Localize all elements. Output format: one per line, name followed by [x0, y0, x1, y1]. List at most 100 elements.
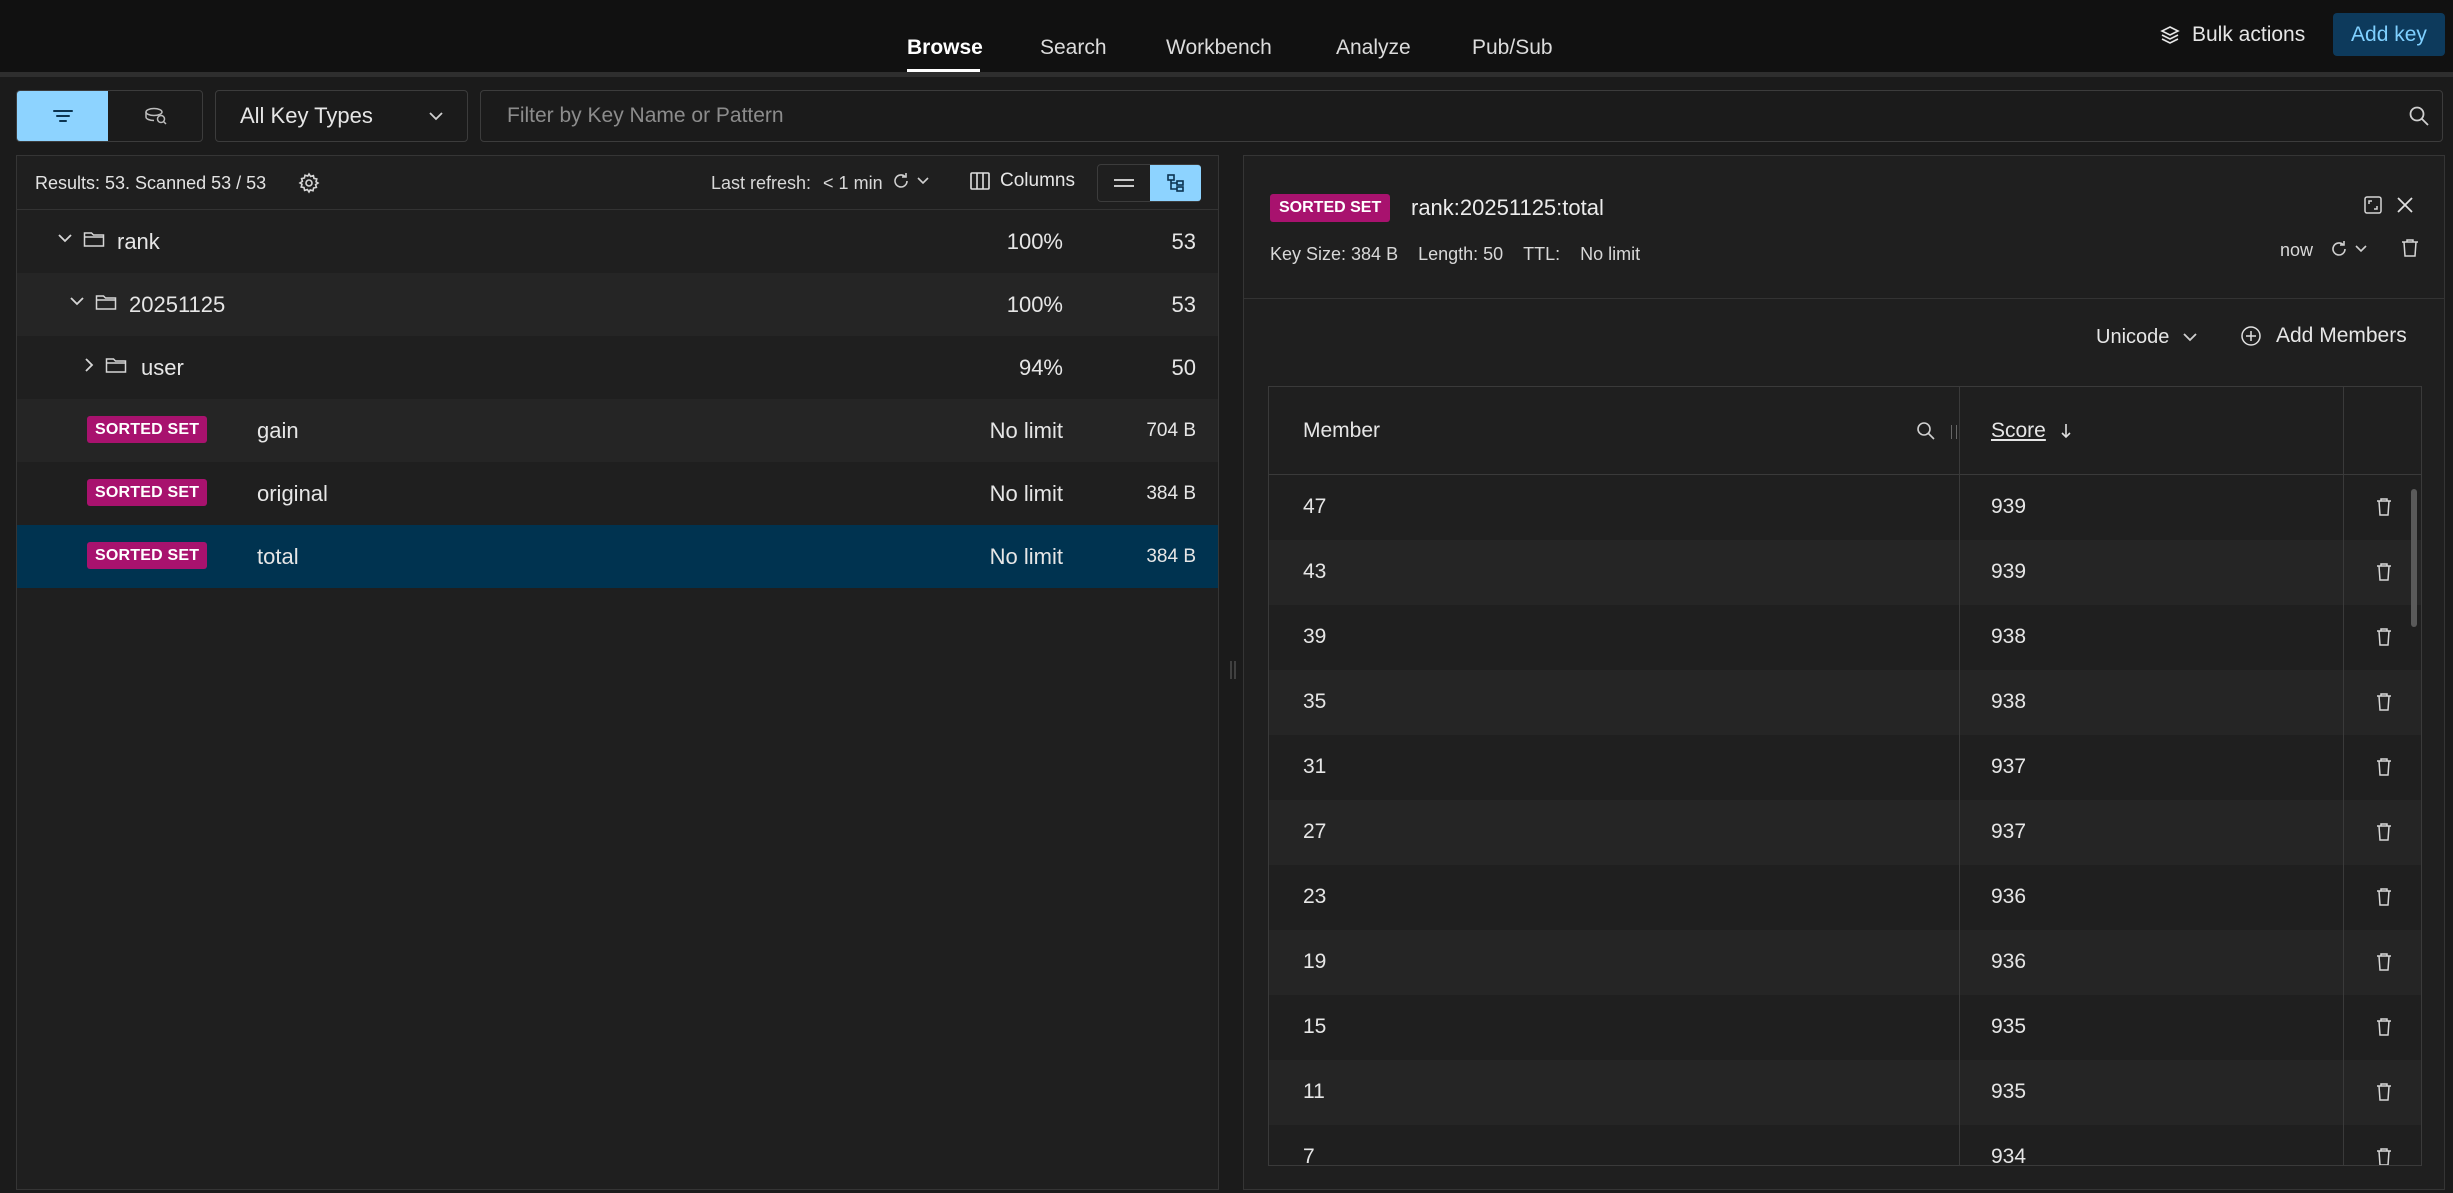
- add-members-button[interactable]: Add Members: [2240, 324, 2407, 348]
- score-value[interactable]: 937: [1991, 820, 2026, 844]
- top-navigation-bar: Browse Search Workbench Analyze Pub/Sub …: [0, 0, 2453, 74]
- details-divider: [1244, 298, 2444, 299]
- member-row[interactable]: 15 935: [1269, 995, 2421, 1060]
- tab-browse[interactable]: Browse: [907, 36, 983, 60]
- member-value[interactable]: 27: [1303, 820, 1326, 844]
- trash-icon[interactable]: [2376, 627, 2392, 647]
- tree-row-20251125[interactable]: 20251125 100% 53: [17, 273, 1218, 336]
- member-value[interactable]: 31: [1303, 755, 1326, 779]
- chevron-right-icon[interactable]: [83, 357, 95, 373]
- folder-name: user: [141, 355, 184, 380]
- trash-icon[interactable]: [2376, 562, 2392, 582]
- member-row[interactable]: 27 937: [1269, 800, 2421, 865]
- trash-icon[interactable]: [2376, 692, 2392, 712]
- score-value[interactable]: 938: [1991, 625, 2026, 649]
- refresh-button[interactable]: [891, 171, 929, 191]
- score-value[interactable]: 935: [1991, 1080, 2026, 1104]
- trash-icon[interactable]: [2376, 952, 2392, 972]
- ttl-value[interactable]: No limit: [1580, 244, 1640, 265]
- trash-icon[interactable]: [2401, 238, 2419, 258]
- member-value[interactable]: 11: [1303, 1080, 1325, 1104]
- member-value[interactable]: 47: [1303, 495, 1326, 519]
- tab-search[interactable]: Search: [1040, 36, 1107, 60]
- scrollbar-thumb[interactable]: [2411, 489, 2417, 627]
- trash-icon[interactable]: [2376, 1147, 2392, 1165]
- panel-resize-handle[interactable]: [1229, 660, 1237, 680]
- score-value[interactable]: 937: [1991, 755, 2026, 779]
- folder-icon: [105, 355, 127, 375]
- key-ttl: No limit: [989, 481, 1063, 506]
- key-filter-input[interactable]: [507, 91, 2387, 141]
- member-value[interactable]: 35: [1303, 690, 1326, 714]
- key-type-select[interactable]: All Key Types: [215, 90, 468, 142]
- member-row[interactable]: 47 939: [1269, 475, 2421, 540]
- chevron-down-icon[interactable]: [69, 295, 85, 307]
- refresh-icon: [2329, 239, 2349, 259]
- key-row-original[interactable]: SORTED SET original No limit 384 B: [17, 462, 1218, 525]
- member-row[interactable]: 31 937: [1269, 735, 2421, 800]
- member-value[interactable]: 19: [1303, 950, 1326, 974]
- view-type-toggle: [1097, 164, 1201, 202]
- score-value[interactable]: 934: [1991, 1145, 2026, 1165]
- key-size: 384 B: [1146, 546, 1196, 567]
- bulk-actions-label: Bulk actions: [2192, 23, 2306, 46]
- key-type-badge: SORTED SET: [1270, 194, 1391, 222]
- trash-icon[interactable]: [2376, 1017, 2392, 1037]
- chevron-down-icon[interactable]: [57, 232, 73, 244]
- columns-button[interactable]: Columns: [970, 170, 1075, 192]
- bulk-actions-button[interactable]: Bulk actions: [2160, 20, 2305, 50]
- member-row[interactable]: 23 936: [1269, 865, 2421, 930]
- expand-icon[interactable]: [2364, 196, 2382, 214]
- gear-icon[interactable]: [298, 172, 320, 194]
- add-key-button[interactable]: Add key: [2333, 13, 2445, 56]
- member-value[interactable]: 43: [1303, 560, 1326, 584]
- score-value[interactable]: 939: [1991, 560, 2026, 584]
- members-table: Member Score 47 939 43 939 39 938 35 938 31 937 27…: [1268, 386, 2422, 1166]
- search-index-mode-button[interactable]: [110, 91, 201, 141]
- tree-row-rank[interactable]: rank 100% 53: [17, 210, 1218, 273]
- score-value[interactable]: 935: [1991, 1015, 2026, 1039]
- trash-icon[interactable]: [2376, 497, 2392, 517]
- search-icon[interactable]: [2408, 105, 2430, 127]
- close-icon[interactable]: [2396, 196, 2414, 214]
- key-name-title[interactable]: rank:20251125:total: [1411, 195, 1604, 221]
- member-value[interactable]: 7: [1303, 1145, 1315, 1165]
- tab-pubsub[interactable]: Pub/Sub: [1472, 36, 1553, 60]
- list-view-button[interactable]: [1098, 165, 1149, 201]
- refresh-key-button[interactable]: [2329, 239, 2367, 259]
- member-value[interactable]: 23: [1303, 885, 1326, 909]
- trash-icon[interactable]: [2376, 1082, 2392, 1102]
- chevron-down-icon: [2183, 333, 2198, 342]
- column-resize-handle[interactable]: [1951, 425, 1957, 439]
- score-value[interactable]: 936: [1991, 950, 2026, 974]
- trash-icon[interactable]: [2376, 757, 2392, 777]
- tab-analyze[interactable]: Analyze: [1336, 36, 1411, 60]
- tab-workbench[interactable]: Workbench: [1166, 36, 1272, 60]
- last-refresh-value: < 1 min: [823, 173, 883, 193]
- score-column-header[interactable]: Score: [1991, 419, 2072, 443]
- score-value[interactable]: 936: [1991, 885, 2026, 909]
- member-row[interactable]: 39 938: [1269, 605, 2421, 670]
- member-row[interactable]: 19 936: [1269, 930, 2421, 995]
- key-size: 384 B: [1146, 483, 1196, 504]
- tree-view-button[interactable]: [1150, 165, 1201, 201]
- chevron-down-icon: [917, 177, 929, 185]
- member-row[interactable]: 7 934: [1269, 1125, 2421, 1165]
- score-value[interactable]: 939: [1991, 495, 2026, 519]
- vertical-scrollbar[interactable]: [2409, 477, 2419, 1165]
- trash-icon[interactable]: [2376, 822, 2392, 842]
- trash-icon[interactable]: [2376, 887, 2392, 907]
- key-name: original: [257, 481, 328, 506]
- key-row-total[interactable]: SORTED SET total No limit 384 B: [17, 525, 1218, 588]
- score-value[interactable]: 938: [1991, 690, 2026, 714]
- search-icon[interactable]: [1916, 421, 1936, 441]
- filter-mode-button[interactable]: [17, 91, 108, 141]
- member-row[interactable]: 11 935: [1269, 1060, 2421, 1125]
- encoding-select[interactable]: Unicode: [2096, 326, 2198, 349]
- tree-row-user[interactable]: user 94% 50: [17, 336, 1218, 399]
- member-value[interactable]: 39: [1303, 625, 1326, 649]
- key-row-gain[interactable]: SORTED SET gain No limit 704 B: [17, 399, 1218, 462]
- member-row[interactable]: 43 939: [1269, 540, 2421, 605]
- member-value[interactable]: 15: [1303, 1015, 1326, 1039]
- member-row[interactable]: 35 938: [1269, 670, 2421, 735]
